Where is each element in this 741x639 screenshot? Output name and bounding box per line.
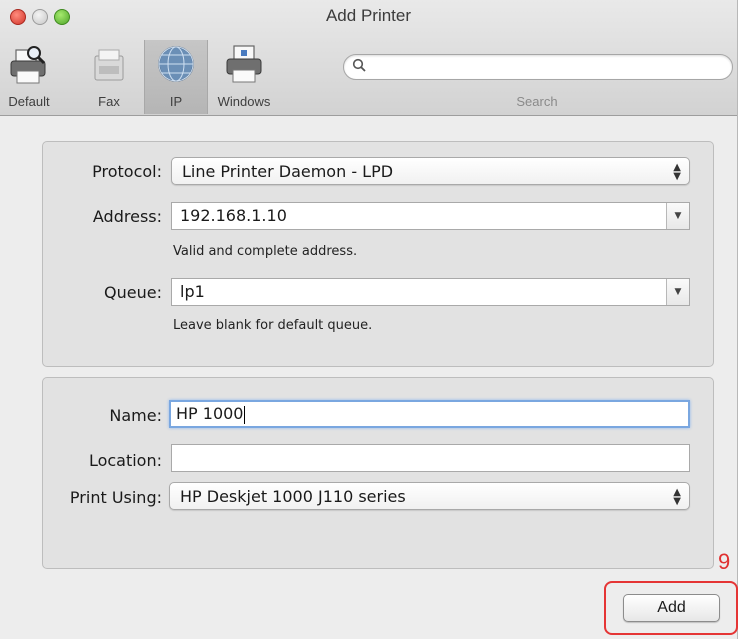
toolbar-item-default[interactable]: Default xyxy=(0,44,58,110)
fax-icon xyxy=(94,49,124,81)
toolbar-label-ip: IP xyxy=(169,94,183,109)
toolbar-item-fax[interactable]: Fax xyxy=(88,44,130,110)
chevron-down-icon[interactable]: ▼ xyxy=(666,279,689,305)
chevron-down-icon[interactable]: ▼ xyxy=(666,203,689,229)
location-label: Location: xyxy=(88,451,162,470)
queue-combo[interactable]: lp1 ▼ xyxy=(171,278,690,306)
address-hint: Valid and complete address. xyxy=(173,244,358,259)
toolbar: Add Printer Default Fax IP Windows Searc… xyxy=(0,0,737,116)
search-field[interactable] xyxy=(343,54,733,80)
search-label: Search xyxy=(516,94,558,109)
location-field[interactable] xyxy=(171,444,690,472)
print-using-popup[interactable]: HP Deskjet 1000 J110 series ▲ ▼ xyxy=(169,482,690,510)
name-label: Name: xyxy=(109,406,162,425)
toolbar-label-windows: Windows xyxy=(217,94,271,109)
name-value: HP 1000 xyxy=(176,404,244,423)
windows-printer-icon xyxy=(226,45,262,83)
print-using-label: Print Using: xyxy=(69,488,162,507)
name-field[interactable]: HP 1000 xyxy=(169,400,690,428)
printer-magnifier-icon xyxy=(10,46,46,84)
protocol-value: Line Printer Daemon - LPD xyxy=(182,162,394,181)
window-title: Add Printer xyxy=(325,6,412,25)
popup-arrows-icon: ▲ ▼ xyxy=(673,162,681,182)
queue-hint: Leave blank for default queue. xyxy=(173,318,373,333)
step-number: 9 xyxy=(718,549,731,574)
globe-icon xyxy=(158,46,194,82)
protocol-label: Protocol: xyxy=(92,162,162,181)
toolbar-item-ip[interactable]: IP xyxy=(144,40,208,114)
add-printer-window: Add Printer Default Fax IP Windows Searc… xyxy=(0,0,738,639)
toolbar-item-windows[interactable]: Windows xyxy=(208,44,280,110)
address-combo[interactable]: 192.168.1.10 ▼ xyxy=(171,202,690,230)
text-cursor xyxy=(244,405,246,424)
queue-label: Queue: xyxy=(104,283,162,302)
address-value: 192.168.1.10 xyxy=(180,206,287,225)
add-button[interactable]: Add xyxy=(623,594,720,622)
search-icon xyxy=(352,58,366,72)
protocol-popup[interactable]: Line Printer Daemon - LPD ▲ ▼ xyxy=(171,157,690,185)
toolbar-label-fax: Fax xyxy=(98,94,120,109)
toolbar-label-default: Default xyxy=(8,94,50,109)
address-label: Address: xyxy=(92,207,162,226)
queue-value: lp1 xyxy=(180,282,205,301)
popup-arrows-icon: ▲ ▼ xyxy=(673,487,681,507)
print-using-value: HP Deskjet 1000 J110 series xyxy=(180,487,406,506)
